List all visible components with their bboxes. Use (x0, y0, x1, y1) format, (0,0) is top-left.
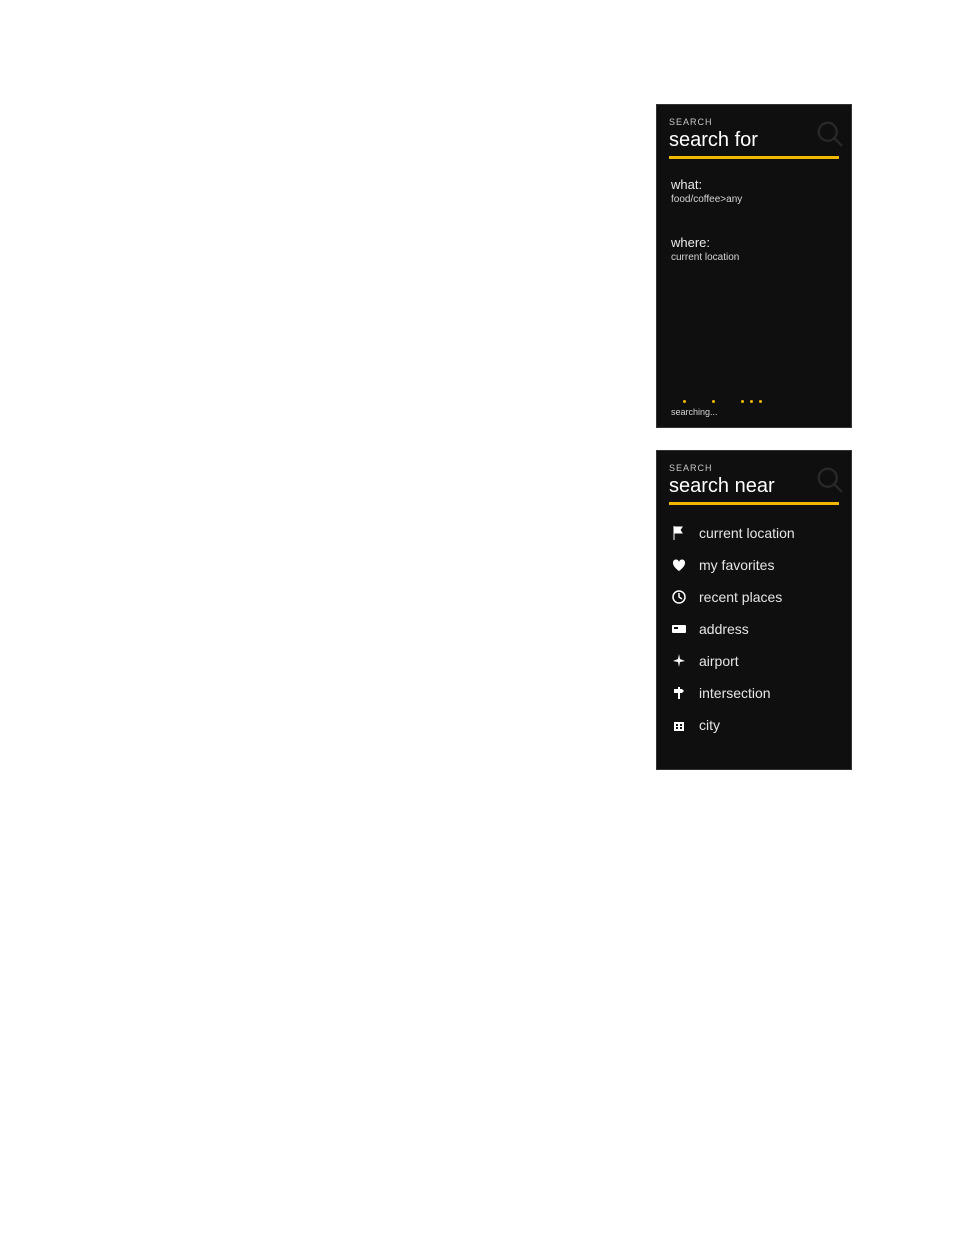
list-item-label: city (699, 717, 720, 733)
phone-screen-search-near: SEARCH search near current location my f… (656, 450, 852, 770)
list-item-label: airport (699, 653, 739, 669)
list-item-label: my favorites (699, 557, 774, 573)
what-label: what: (671, 177, 837, 192)
phone-screen-search-for: SEARCH search for what: food/coffee>any … (656, 104, 852, 428)
what-value: food/coffee>any (671, 194, 837, 205)
heart-icon (671, 557, 687, 573)
clock-icon (671, 589, 687, 605)
header: SEARCH search for (657, 105, 851, 165)
list-item-label: current location (699, 525, 795, 541)
where-field[interactable]: where: current location (657, 223, 851, 263)
loading-indicator: searching... (671, 400, 762, 417)
accent-divider (669, 502, 839, 505)
accent-divider (669, 156, 839, 159)
building-icon (671, 717, 687, 733)
flag-icon (671, 525, 687, 541)
location-list: current location my favorites recent pla… (657, 511, 851, 741)
page-title: search near (669, 475, 839, 498)
page-title: search for (669, 129, 839, 152)
search-icon[interactable] (815, 119, 845, 149)
list-item-city[interactable]: city (657, 709, 851, 741)
airplane-icon (671, 653, 687, 669)
list-item-current-location[interactable]: current location (657, 517, 851, 549)
loading-dots (683, 400, 762, 403)
where-value: current location (671, 252, 837, 263)
loading-text: searching... (671, 407, 762, 417)
header-kicker: SEARCH (669, 117, 839, 127)
signpost-icon (671, 685, 687, 701)
search-icon[interactable] (815, 465, 845, 495)
list-item-label: recent places (699, 589, 782, 605)
list-item-my-favorites[interactable]: my favorites (657, 549, 851, 581)
header: SEARCH search near (657, 451, 851, 511)
list-item-recent-places[interactable]: recent places (657, 581, 851, 613)
header-kicker: SEARCH (669, 463, 839, 473)
where-label: where: (671, 235, 837, 250)
card-icon (671, 621, 687, 637)
list-item-airport[interactable]: airport (657, 645, 851, 677)
list-item-label: address (699, 621, 749, 637)
list-item-label: intersection (699, 685, 771, 701)
list-item-address[interactable]: address (657, 613, 851, 645)
what-field[interactable]: what: food/coffee>any (657, 165, 851, 205)
list-item-intersection[interactable]: intersection (657, 677, 851, 709)
